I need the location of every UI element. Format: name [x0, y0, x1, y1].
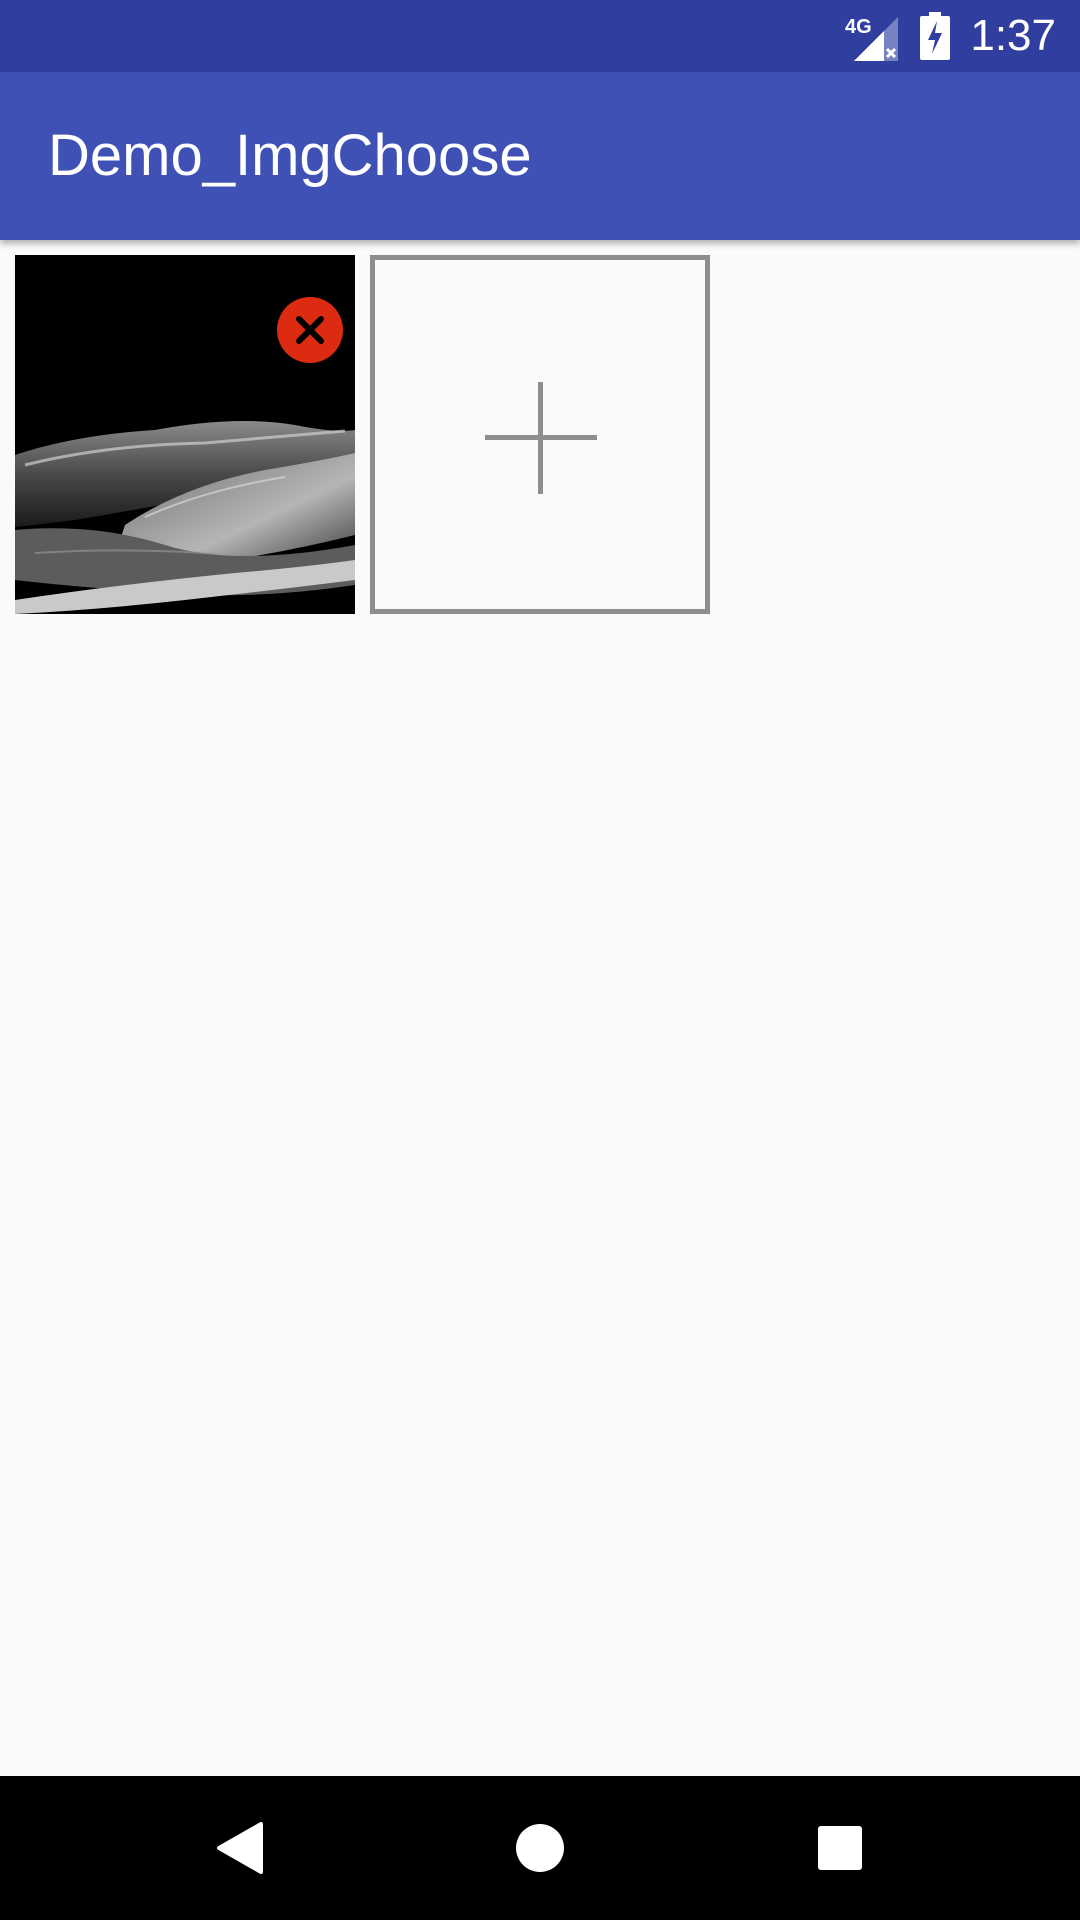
home-icon: [516, 1824, 564, 1872]
app-title: Demo_ImgChoose: [48, 123, 532, 188]
selected-image-thumbnail[interactable]: [15, 255, 355, 614]
battery-charging-icon: [920, 12, 951, 60]
image-grid: [0, 240, 1080, 1776]
signal-4g-icon: 4G: [844, 11, 900, 61]
network-type-label: 4G: [845, 16, 872, 38]
back-button[interactable]: [160, 1776, 320, 1920]
navigation-bar: [0, 1776, 1080, 1920]
app-bar: Demo_ImgChoose: [0, 72, 1080, 240]
recents-button[interactable]: [760, 1776, 920, 1920]
remove-icon: [296, 316, 324, 344]
remove-image-button[interactable]: [277, 297, 343, 363]
back-icon: [217, 1822, 263, 1874]
status-icons: 4G 1:37: [844, 0, 1056, 72]
add-image-button[interactable]: [370, 255, 710, 614]
plus-icon-vertical: [538, 382, 543, 494]
app-screen: 4G 1:37 Demo_ImgChoose: [0, 0, 1080, 1920]
status-time: 1:37: [970, 11, 1056, 60]
recents-icon: [818, 1826, 862, 1870]
status-bar: 4G 1:37: [0, 0, 1080, 72]
home-button[interactable]: [460, 1776, 620, 1920]
